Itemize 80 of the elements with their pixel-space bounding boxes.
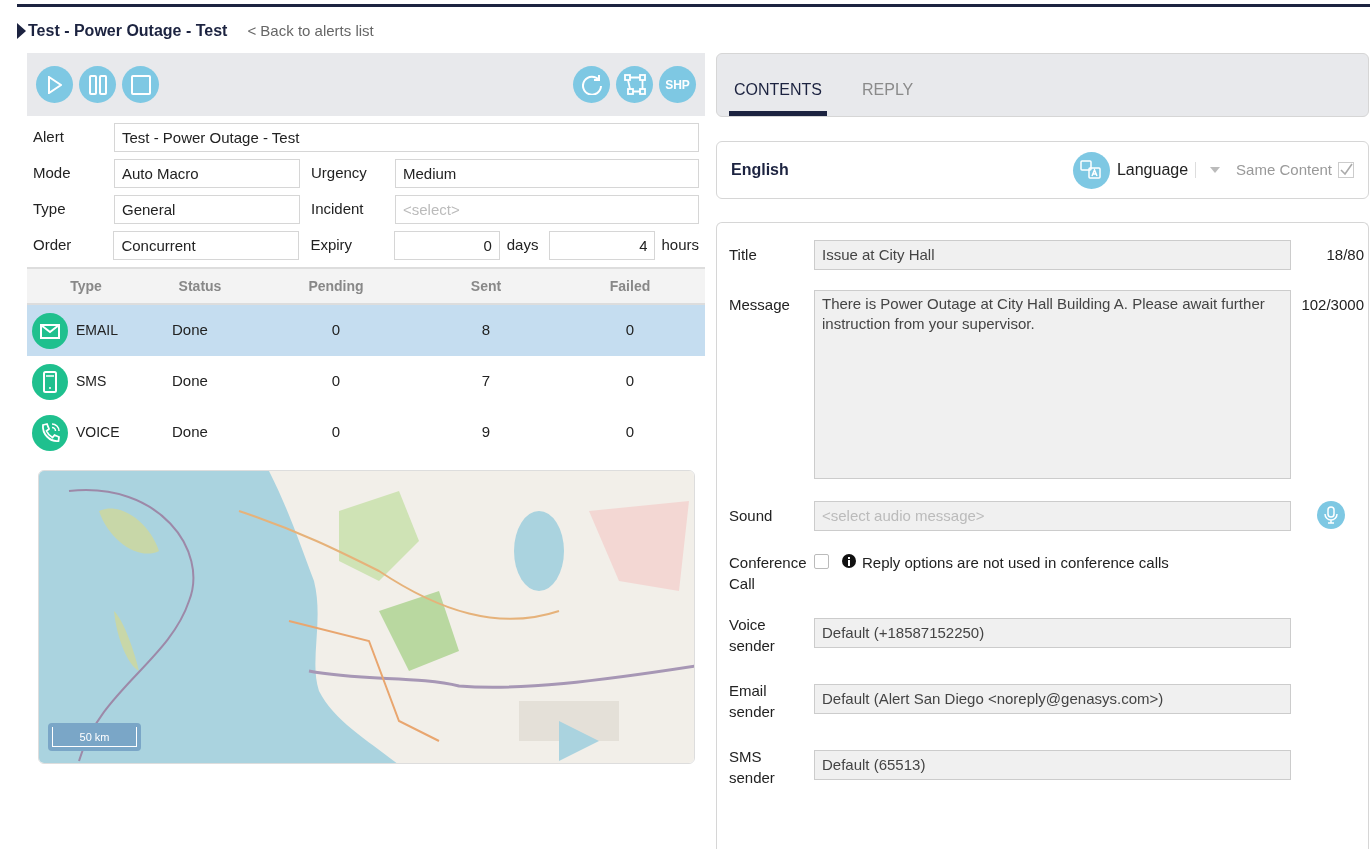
note-text: Reply options are not used in conference calls xyxy=(862,553,1169,573)
phone-icon xyxy=(32,363,68,400)
field-label: Incident xyxy=(310,199,365,220)
character-counter: 102/3000 xyxy=(1301,295,1364,315)
microphone-icon xyxy=(1323,506,1339,524)
stop-button[interactable] xyxy=(122,66,159,103)
play-button[interactable] xyxy=(36,66,73,103)
back-link[interactable]: < Back to alerts list xyxy=(247,19,374,43)
table-cell-text: 0 xyxy=(624,371,636,392)
language-name: English xyxy=(731,160,789,180)
dropdown-icon[interactable] xyxy=(1210,167,1221,173)
input-field[interactable]: <select> xyxy=(395,195,699,224)
input-field[interactable]: Default (65513) xyxy=(814,750,1291,780)
input-field[interactable]: Default (+18587152250) xyxy=(814,618,1291,648)
table-cell-text: 0 xyxy=(330,422,342,443)
field-label: Conference Call xyxy=(729,553,806,594)
column-header: Sent xyxy=(469,276,503,296)
field-label: Message xyxy=(729,295,791,315)
polygon-icon xyxy=(623,74,646,95)
table-row[interactable]: EMAIL Done 0 8 0 xyxy=(27,305,705,356)
tab[interactable]: CONTENTS xyxy=(729,68,827,116)
info-icon xyxy=(842,554,856,568)
table-cell-text: 9 xyxy=(480,422,492,443)
field-label: Voice sender xyxy=(729,615,776,656)
same-content-label: Same Content xyxy=(1236,159,1332,180)
pause-button[interactable] xyxy=(79,66,116,103)
input-field[interactable]: Auto Macro xyxy=(114,159,300,188)
input-field[interactable]: Default (Alert San Diego <noreply@genasys.com>) xyxy=(814,684,1291,714)
field-label: Alert xyxy=(33,127,65,148)
input-field[interactable]: General xyxy=(114,195,300,224)
play-icon xyxy=(47,75,62,94)
refresh-button[interactable] xyxy=(573,66,610,103)
refresh-icon xyxy=(581,74,602,95)
pause-icon xyxy=(88,74,107,95)
message-field[interactable]: There is Power Outage at City Hall Building A. Please await further instruction from your supervisor. xyxy=(814,290,1291,479)
table-cell-text: VOICE xyxy=(76,423,120,442)
scale-label: 50 km xyxy=(52,727,137,747)
input-field[interactable]: 4 xyxy=(549,231,656,260)
field-label: Mode xyxy=(33,163,72,184)
table-cell-text: Done xyxy=(171,422,209,443)
character-counter: 18/80 xyxy=(1326,245,1364,265)
field-label: Expiry xyxy=(309,235,354,256)
microphone-button[interactable] xyxy=(1317,501,1345,529)
column-header: Type xyxy=(69,276,103,296)
field-label: Title xyxy=(729,245,758,265)
table-cell-text: 0 xyxy=(330,320,342,341)
table-cell-text: 0 xyxy=(330,371,342,392)
table-cell-text: Done xyxy=(171,320,209,341)
field-label: Urgency xyxy=(310,163,368,184)
table-cell-text: 7 xyxy=(480,371,492,392)
input-field[interactable]: Concurrent xyxy=(113,231,300,260)
field-label: SMS sender xyxy=(729,747,776,788)
table-cell-text: 8 xyxy=(480,320,492,341)
field-label: Order xyxy=(33,235,73,256)
language-button[interactable]: Language xyxy=(1072,151,1189,189)
unit-label: hours xyxy=(660,235,699,256)
column-header: Status xyxy=(177,276,223,296)
input-field[interactable]: Medium xyxy=(395,159,699,188)
table-cell-text: EMAIL xyxy=(76,321,118,340)
input-field[interactable]: Issue at City Hall xyxy=(814,240,1291,270)
table-cell-text: SMS xyxy=(76,372,107,391)
column-header: Failed xyxy=(608,276,652,296)
column-header: Pending xyxy=(307,276,365,296)
input-field[interactable]: Test - Power Outage - Test xyxy=(114,123,699,152)
field-label: Sound xyxy=(729,506,774,526)
unit-label: days xyxy=(505,235,540,256)
alert-title: Test - Power Outage - Test xyxy=(28,21,228,41)
translate-icon xyxy=(1072,151,1110,189)
phone-call-icon xyxy=(32,414,68,451)
stop-icon xyxy=(130,74,151,95)
field-label: Email sender xyxy=(729,681,776,722)
checkbox[interactable] xyxy=(814,554,829,569)
polygon-button[interactable] xyxy=(616,66,653,103)
table-cell-text: 0 xyxy=(624,422,636,443)
envelope-icon xyxy=(32,312,68,349)
input-field[interactable]: 0 xyxy=(393,231,500,260)
table-cell-text: Done xyxy=(171,371,209,392)
table-cell-text: 0 xyxy=(624,320,636,341)
field-label: Type xyxy=(33,199,67,220)
caret-icon[interactable] xyxy=(17,23,26,39)
